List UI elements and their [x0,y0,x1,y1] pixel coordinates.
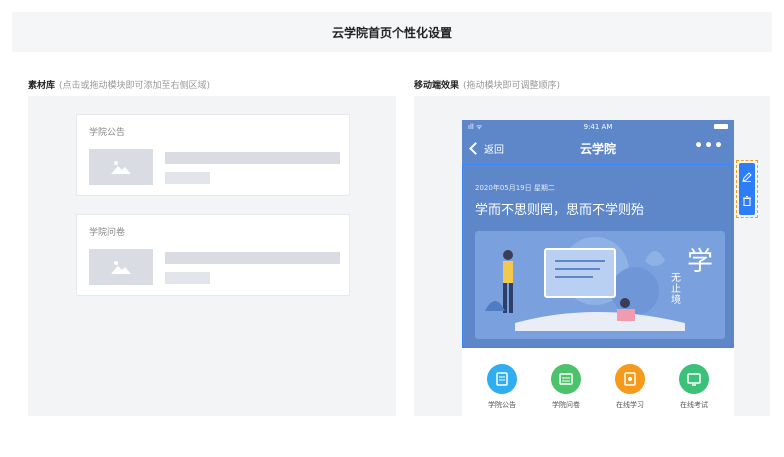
text-placeholder [165,152,340,164]
hero-date: 2020年05月19日 星期二 [475,184,555,192]
module-toolbar [736,160,758,218]
hero-banner: 学 无止境 [475,231,725,339]
library-card-announcement[interactable]: 学院公告 [76,114,350,196]
phone-nav-bar: 返回 云学院 ••• [462,138,734,160]
library-label: 素材库 (点击或拖动模块即可添加至右侧区域) [28,78,210,91]
library-hint: (点击或拖动模块即可添加至右侧区域) [59,81,211,91]
status-bar: ıll ᯤ 9:41 AM [462,120,734,134]
library-title: 素材库 [28,81,56,91]
banner-calligraphy: 学 [687,247,714,277]
more-icon[interactable]: ••• [694,138,724,154]
shortcut-announcement[interactable]: 学院公告 [472,364,532,410]
edit-icon[interactable] [739,167,755,187]
shortcut-online-learning[interactable]: 在线学习 [600,364,660,410]
delete-icon[interactable] [739,191,755,211]
hero-motto: 学而不思则罔，思而不学则殆 [475,203,645,218]
banner-subtext: 无止境 [671,273,681,306]
page-title: 云学院首页个性化设置 [331,25,452,40]
text-placeholder [165,272,210,284]
shortcut-grid: 学院公告 学院问卷 在线学习 在线考试 [462,364,734,420]
battery-icon [714,124,728,129]
mobile-hint: (拖动模块即可调整顺序) [463,81,561,91]
shortcut-label: 在线学习 [616,401,644,409]
mobile-title: 移动端效果 [414,81,460,91]
card-title: 学院公告 [89,128,126,138]
card-title: 学院问卷 [89,228,126,238]
shortcut-label: 在线考试 [680,401,708,409]
mobile-label: 移动端效果 (拖动模块即可调整顺序) [414,78,560,91]
library-card-survey[interactable]: 学院问卷 [76,214,350,296]
learning-icon [615,364,645,394]
text-placeholder [165,252,340,264]
shortcut-label: 学院问卷 [552,401,580,409]
page-header: 云学院首页个性化设置 [12,12,772,52]
shortcut-survey[interactable]: 学院问卷 [536,364,596,410]
image-placeholder-icon [89,149,153,185]
shortcut-online-exam[interactable]: 在线考试 [664,364,724,410]
mobile-preview-panel: ıll ᯤ 9:41 AM 返回 云学院 ••• 2020年05月19日 星期二… [414,96,770,420]
text-placeholder [165,172,210,184]
phone-header-background: ıll ᯤ 9:41 AM 返回 云学院 ••• 2020年05月19日 星期二… [462,120,734,348]
library-panel: 学院公告 学院问卷 [28,96,396,416]
selected-hero-module[interactable]: 2020年05月19日 星期二 学而不思则罔，思而不学则殆 学 无止境 [462,164,732,348]
phone-preview: ıll ᯤ 9:41 AM 返回 云学院 ••• 2020年05月19日 星期二… [462,120,734,420]
exam-icon [679,364,709,394]
shortcut-label: 学院公告 [488,401,516,409]
survey-icon [551,364,581,394]
status-time: 9:41 AM [583,123,613,131]
image-placeholder-icon [89,249,153,285]
announcement-icon [487,364,517,394]
